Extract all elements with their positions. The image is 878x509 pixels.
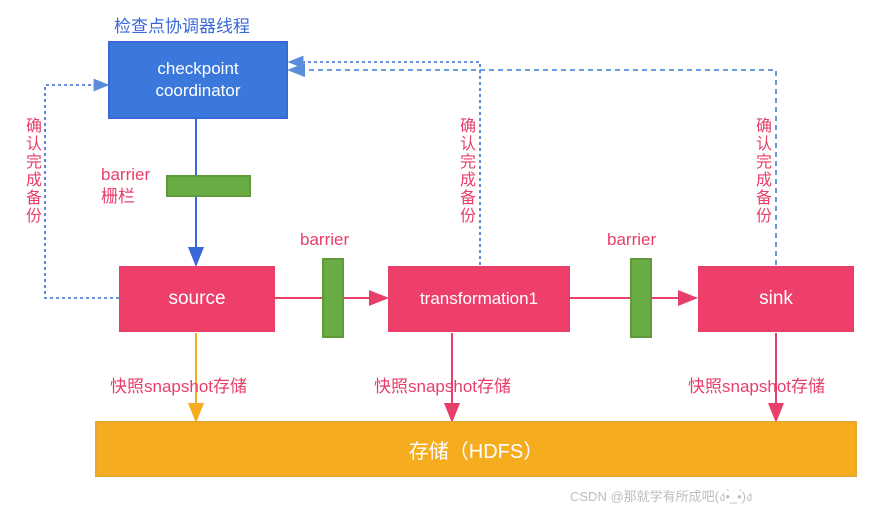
checkpoint-coordinator-box: checkpoint coordinator — [108, 41, 288, 119]
ack-label-2: 确认完成备份 — [453, 117, 477, 225]
ack-label-1: 确认完成备份 — [19, 117, 43, 225]
diagram-title: 检查点协调器线程 — [114, 12, 250, 37]
transformation-box: transformation1 — [388, 266, 570, 332]
sink-box: sink — [698, 266, 854, 332]
ack-label-3: 确认完成备份 — [749, 117, 773, 225]
barrier-label: barrier 栅栏 — [101, 164, 150, 208]
coord-line1: checkpoint — [155, 58, 240, 80]
watermark: CSDN @那就学有所成吧(ง•̀_•́)ง — [570, 486, 752, 507]
storage-box: 存储（HDFS） — [95, 421, 857, 477]
snapshot-label-2: 快照snapshot存储 — [374, 372, 511, 397]
barrier-bar-1 — [166, 175, 251, 197]
barrier-label-2: barrier — [300, 230, 349, 250]
snapshot-label-1: 快照snapshot存储 — [110, 372, 247, 397]
barrier-label-3: barrier — [607, 230, 656, 250]
snapshot-label-3: 快照snapshot存储 — [688, 372, 825, 397]
barrier-bar-3 — [630, 258, 652, 338]
source-box: source — [119, 266, 275, 332]
coord-line2: coordinator — [155, 80, 240, 102]
barrier-bar-2 — [322, 258, 344, 338]
